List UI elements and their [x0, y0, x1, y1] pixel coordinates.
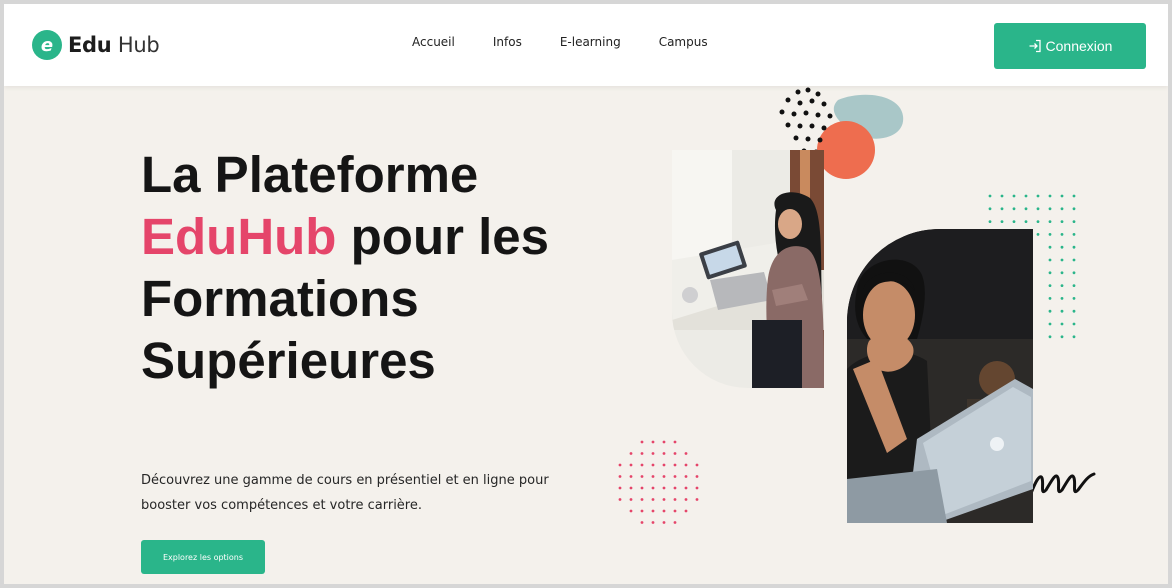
hero-title-accent: EduHub — [141, 208, 337, 265]
student-man-photo — [847, 229, 1033, 523]
hero-title: La Plateforme EduHub pour les Formations… — [141, 144, 581, 392]
student-woman-illustration — [672, 150, 824, 388]
decorative-squiggle — [1028, 472, 1096, 498]
login-arrow-icon — [1029, 39, 1041, 53]
logo-text: Edu Hub — [68, 33, 160, 57]
nav-item-infos[interactable]: Infos — [493, 35, 522, 49]
nav-item-e-learning[interactable]: E-learning — [560, 35, 621, 49]
page: e Edu Hub Accueil Infos E-learning Campu… — [4, 4, 1168, 584]
logo[interactable]: e Edu Hub — [32, 30, 160, 60]
decorative-dots-pink — [618, 440, 699, 524]
login-button[interactable]: Connexion — [994, 23, 1146, 69]
hero-title-line4: Supérieures — [141, 332, 436, 389]
student-woman-photo — [672, 150, 824, 388]
logo-mark-icon: e — [32, 30, 62, 60]
main-nav: Accueil Infos E-learning Campus — [412, 35, 746, 49]
logo-name-bold: Edu — [68, 33, 112, 57]
hero-subtitle: Découvrez une gamme de cours en présenti… — [141, 473, 549, 513]
hero-title-line2: pour les — [336, 208, 550, 265]
nav-item-campus[interactable]: Campus — [659, 35, 708, 49]
student-man-illustration — [847, 229, 1033, 523]
explore-options-button[interactable]: Explorez les options — [141, 540, 265, 574]
nav-item-accueil[interactable]: Accueil — [412, 35, 455, 49]
site-header: e Edu Hub Accueil Infos E-learning Campu… — [4, 4, 1168, 86]
login-button-label: Connexion — [1045, 38, 1113, 54]
logo-name-light: Hub — [117, 33, 160, 57]
hero-title-line3: Formations — [141, 270, 419, 327]
hero-title-line1: La Plateforme — [141, 146, 479, 203]
